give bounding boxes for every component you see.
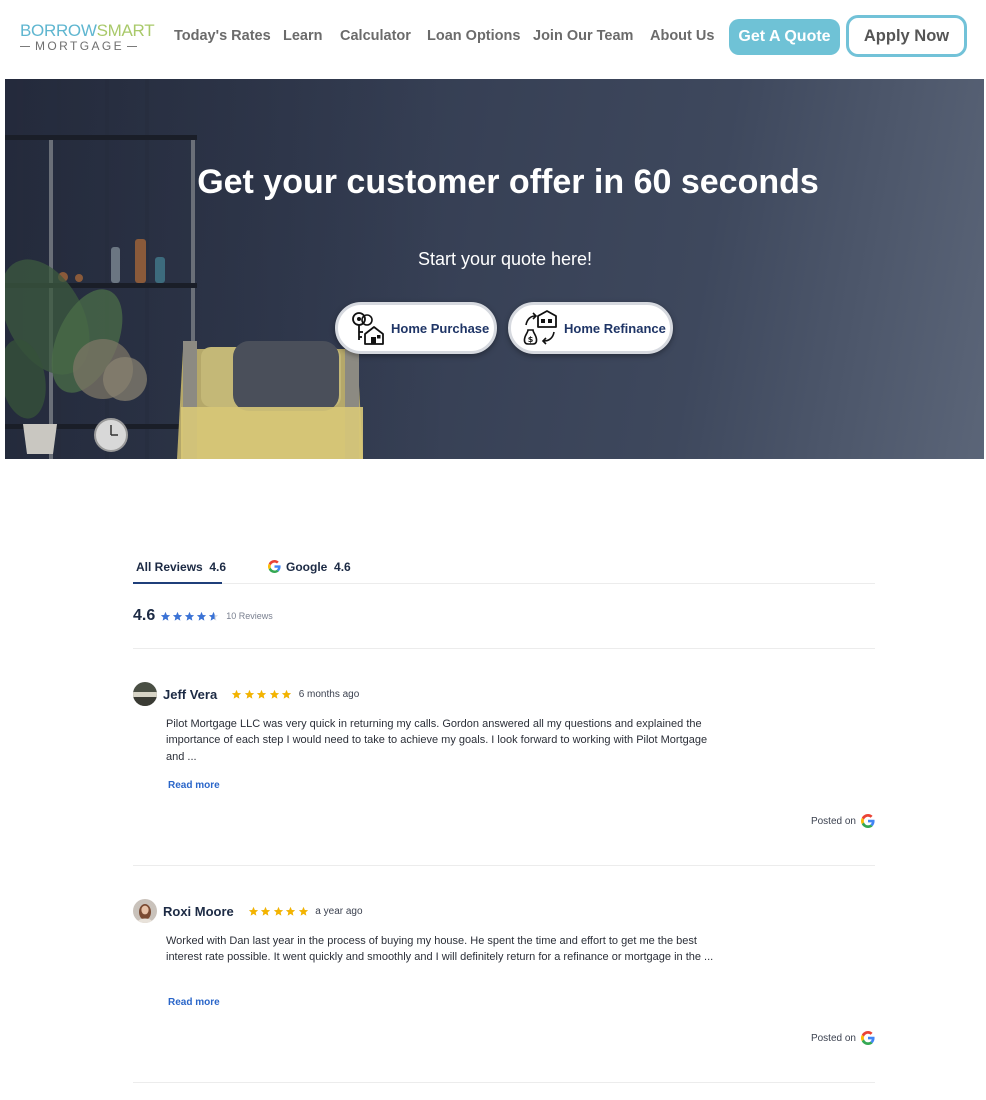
star-icon [244, 689, 254, 699]
star-icon [197, 611, 207, 621]
posted-on: Posted on [811, 814, 875, 828]
get-a-quote-button[interactable]: Get A Quote [729, 19, 840, 55]
avatar [133, 682, 157, 706]
review-stars [248, 906, 311, 917]
review-tabs: All Reviews 4.6 Google 4.6 [133, 557, 875, 584]
nav-loan-options[interactable]: Loan Options [427, 28, 520, 44]
read-more-link[interactable]: Read more [168, 780, 220, 791]
posted-on-label: Posted on [810, 1032, 856, 1044]
home-purchase-label: Home Purchase [391, 320, 490, 336]
star-icon [232, 689, 242, 699]
logo-subline: MORTGAGE [20, 40, 144, 52]
star-icon [286, 906, 296, 916]
star-icon [209, 611, 219, 621]
review-time: 6 months ago [298, 688, 360, 700]
keys-house-icon [352, 312, 384, 345]
logo-rule-left [20, 45, 30, 47]
posted-on-label: Posted on [810, 815, 856, 827]
star-icon [185, 611, 195, 621]
reviewer-name[interactable]: Jeff Vera [163, 687, 217, 702]
tab-all-reviews[interactable]: All Reviews 4.6 [133, 557, 226, 584]
hero-banner: Get your customer offer in 60 seconds St… [5, 79, 984, 459]
review-time: a year ago [315, 905, 363, 917]
review-text: Worked with Dan last year in the process… [166, 935, 714, 964]
hero-title: Get your customer offer in 60 seconds [197, 163, 819, 201]
star-icon [282, 689, 292, 699]
star-icon [273, 906, 283, 916]
house-refinance-icon: $ [523, 310, 557, 345]
hero-subtitle: Start your quote here! [417, 249, 593, 269]
star-icon [248, 906, 258, 916]
logo-subtext: MORTGAGE [35, 39, 124, 53]
home-refinance-label: Home Refinance [564, 320, 666, 336]
tab-google[interactable]: Google 4.6 [268, 557, 351, 584]
google-icon [268, 560, 281, 573]
nav-calculator[interactable]: Calculator [340, 28, 411, 44]
tab-google-label: Google [286, 560, 328, 574]
star-icon [161, 611, 171, 621]
divider [133, 1082, 875, 1083]
review-stars [231, 689, 294, 700]
avatar [133, 899, 157, 923]
tab-all-reviews-label: All Reviews [136, 560, 203, 574]
logo-wordmark: BORROWSMART [20, 21, 155, 40]
nav-learn[interactable]: Learn [283, 28, 323, 44]
summary-stars [160, 611, 220, 622]
star-icon [261, 906, 271, 916]
tab-all-reviews-rating: 4.6 [209, 560, 227, 574]
review-text: Pilot Mortgage LLC was very quick in ret… [166, 718, 708, 763]
svg-text:$: $ [528, 335, 534, 344]
summary-rating: 4.6 [133, 607, 156, 624]
review-header: Jeff Vera 6 months ago [133, 682, 359, 706]
summary-review-count: 10 Reviews [226, 611, 273, 621]
tab-google-rating: 4.6 [334, 560, 351, 574]
nav-about-us[interactable]: About Us [650, 28, 714, 44]
site-header: BORROWSMART MORTGAGE Today's Rates Learn… [0, 0, 986, 78]
home-refinance-button[interactable]: $ Home Refinance [508, 302, 673, 354]
borrowsmart-logo[interactable]: BORROWSMART MORTGAGE [20, 21, 155, 52]
google-icon[interactable] [861, 1031, 875, 1045]
apply-now-button[interactable]: Apply Now [846, 15, 967, 57]
nav-todays-rates[interactable]: Today's Rates [174, 28, 271, 44]
rating-summary: 4.6 10 Reviews [133, 606, 273, 626]
read-more-link[interactable]: Read more [168, 997, 220, 1008]
posted-on: Posted on [811, 1031, 875, 1045]
star-icon [269, 689, 279, 699]
logo-rule-right [127, 45, 137, 47]
reviewer-name[interactable]: Roxi Moore [163, 904, 234, 919]
divider [133, 648, 875, 649]
review-header: Roxi Moore a year ago [133, 899, 363, 923]
nav-join-our-team[interactable]: Join Our Team [533, 28, 633, 44]
divider [133, 865, 875, 866]
star-icon [298, 906, 308, 916]
star-icon [173, 611, 183, 621]
google-icon[interactable] [861, 814, 875, 828]
home-purchase-button[interactable]: Home Purchase [335, 302, 497, 354]
star-icon [257, 689, 267, 699]
